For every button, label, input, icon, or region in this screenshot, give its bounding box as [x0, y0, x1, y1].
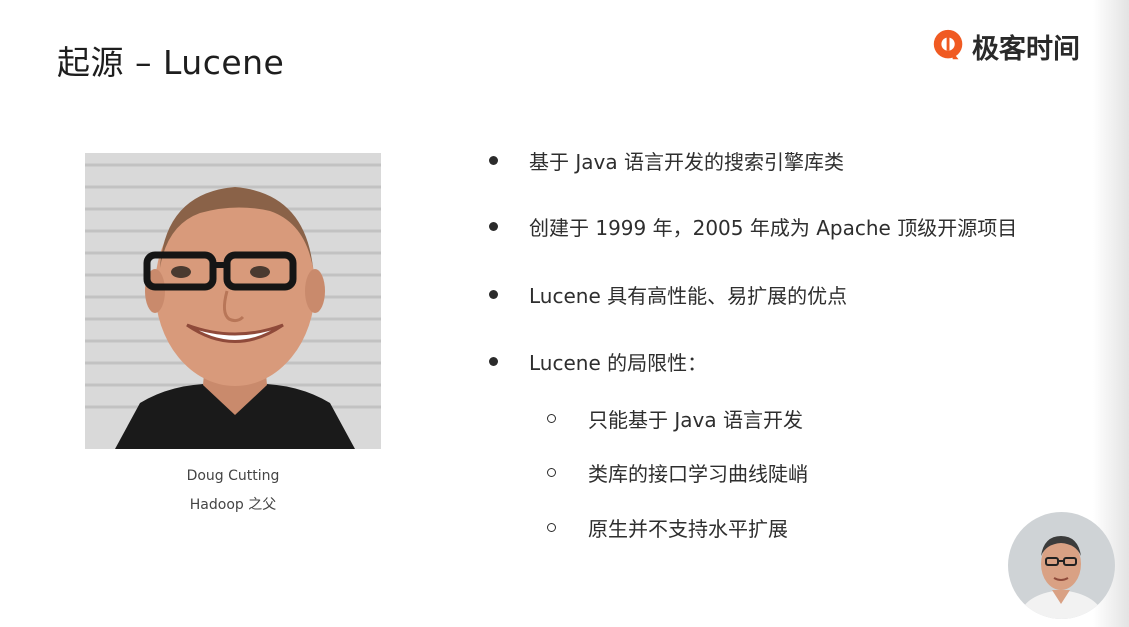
- logo-text: 极客时间: [972, 33, 1080, 65]
- bullet-dot-icon: [489, 289, 498, 299]
- bullet-item: Lucene 具有高性能、易扩展的优点: [489, 280, 847, 308]
- bullet-text: 创建于 1999 年，2005 年成为 Apache 顶级开源项目: [529, 215, 1018, 240]
- portrait-caption-name: Doug Cutting: [186, 468, 280, 484]
- presenter-webcam: [1008, 512, 1115, 619]
- bullet-dot-icon: [489, 221, 498, 231]
- bullet-text: Lucene 的局限性：: [529, 350, 708, 375]
- slide-title: 起源 – Lucene: [57, 43, 285, 82]
- bullet-ring-icon: [547, 413, 556, 423]
- bullet-text: Lucene 具有高性能、易扩展的优点: [529, 283, 848, 308]
- bullet-dot-icon: [489, 356, 498, 366]
- geektime-logo: 极客时间: [930, 26, 1080, 66]
- sub-bullet-text: 只能基于 Java 语言开发: [588, 407, 803, 432]
- bullet-item: Lucene 的局限性：: [489, 347, 707, 375]
- bullet-text: 基于 Java 语言开发的搜索引擎库类: [529, 149, 844, 174]
- bullet-item: 基于 Java 语言开发的搜索引擎库类: [489, 146, 844, 174]
- sub-bullet-text: 类库的接口学习曲线陡峭: [588, 461, 808, 486]
- sub-bullet-text: 原生并不支持水平扩展: [588, 516, 788, 541]
- bullet-item: 创建于 1999 年，2005 年成为 Apache 顶级开源项目: [489, 212, 1017, 240]
- portrait-caption-role: Hadoop 之父: [189, 497, 277, 513]
- sub-bullet-item: 只能基于 Java 语言开发: [547, 404, 803, 432]
- sub-bullet-item: 原生并不支持水平扩展: [547, 513, 788, 541]
- bullet-ring-icon: [547, 467, 556, 477]
- portrait-photo: [85, 153, 381, 449]
- geektime-logo-icon: [933, 29, 963, 60]
- bullet-dot-icon: [489, 155, 498, 165]
- sub-bullet-item: 类库的接口学习曲线陡峭: [547, 458, 808, 486]
- bullet-ring-icon: [547, 522, 556, 532]
